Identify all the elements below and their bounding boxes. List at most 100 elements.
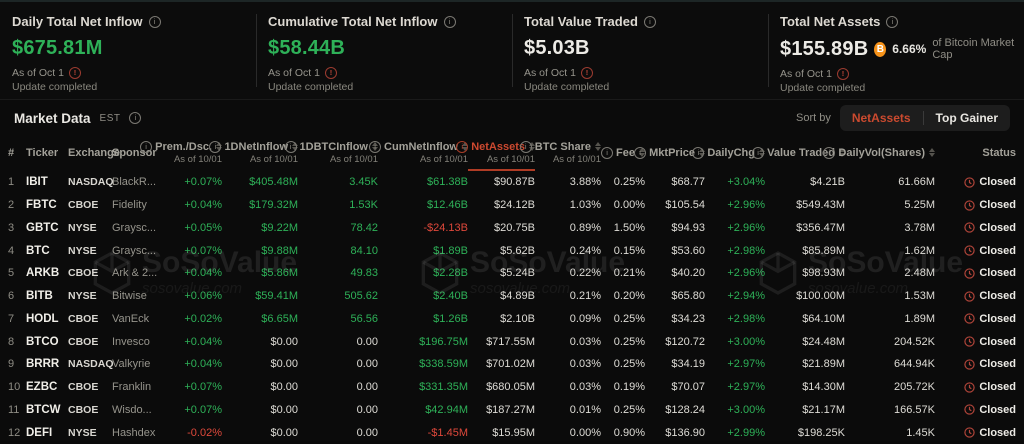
ticker-cell[interactable]: BITB	[26, 285, 68, 308]
column-header-cuminflow[interactable]: CumNetInflowAs of 10/01	[378, 136, 468, 170]
status-badge: Closed	[979, 336, 1016, 348]
ticker-cell[interactable]: GBTC	[26, 217, 68, 240]
info-icon[interactable]	[456, 141, 468, 153]
dailychg-cell: +3.00%	[705, 399, 765, 422]
alert-icon[interactable]	[837, 68, 849, 80]
btcinflow1d-cell: 0.00	[298, 353, 378, 376]
sponsor-cell: Graysc...	[112, 239, 170, 262]
prem-cell: +0.07%	[170, 399, 222, 422]
table-row: 8BTCOCBOEInvesco+0.04%$0.000.00$196.75M$…	[0, 330, 1024, 353]
inflow1d-cell: $0.00	[222, 353, 298, 376]
ticker-cell[interactable]: IBIT	[26, 170, 68, 194]
info-icon[interactable]	[149, 16, 161, 28]
info-icon[interactable]	[129, 112, 141, 124]
sort-option-netassets[interactable]: NetAssets	[840, 105, 923, 131]
info-icon[interactable]	[823, 147, 835, 159]
cuminflow-cell: $196.75M	[378, 330, 468, 353]
prem-cell: +0.07%	[170, 376, 222, 399]
dailyvol-cell: 2.48M	[845, 262, 935, 285]
dailyvol-cell: 166.57K	[845, 399, 935, 422]
column-label: 1DBTCInflow	[300, 141, 368, 153]
column-header-ticker: Ticker	[26, 136, 68, 170]
mktprice-cell: $70.07	[645, 376, 705, 399]
as-of-label: As of Oct 1	[268, 67, 320, 79]
bitcoin-icon	[874, 42, 886, 57]
mktprice-cell: $40.20	[645, 262, 705, 285]
inflow1d-cell: $9.22M	[222, 217, 298, 240]
sort-option-top-gainer[interactable]: Top Gainer	[924, 105, 1010, 131]
dailyvol-cell: 1.89M	[845, 308, 935, 331]
exchange-cell: NASDAQ	[68, 353, 112, 376]
column-label: NetAssets	[471, 141, 525, 153]
btcshare-cell: 0.03%	[535, 376, 601, 399]
cuminflow-cell: $42.94M	[378, 399, 468, 422]
sponsor-cell: Bitwise	[112, 285, 170, 308]
ticker-cell[interactable]: BTCW	[26, 399, 68, 422]
info-icon[interactable]	[692, 147, 704, 159]
mktprice-cell: $128.24	[645, 399, 705, 422]
alert-icon[interactable]	[69, 67, 81, 79]
info-icon[interactable]	[601, 147, 613, 159]
clock-icon	[964, 245, 975, 256]
card-title: Daily Total Net Inflow	[12, 14, 143, 29]
alert-icon[interactable]	[325, 67, 337, 79]
dailyvol-cell: 644.94K	[845, 353, 935, 376]
exchange-cell: CBOE	[68, 194, 112, 217]
sort-controls: Sort by NetAssets Top Gainer	[796, 105, 1010, 131]
status-badge: Closed	[979, 427, 1016, 439]
status-badge: Closed	[979, 222, 1016, 234]
column-header-btcshare[interactable]: BTC ShareAs of 10/01	[535, 136, 601, 170]
ticker-cell[interactable]: FBTC	[26, 194, 68, 217]
card-total-value-traded: Total Value Traded $5.03B As of Oct 1 Up…	[512, 2, 768, 99]
alert-icon[interactable]	[581, 67, 593, 79]
column-header-dailyvol[interactable]: DailyVol(Shares)	[845, 136, 935, 170]
update-status: Update completed	[12, 81, 248, 93]
info-icon[interactable]	[285, 141, 297, 153]
ticker-cell[interactable]: BTC	[26, 239, 68, 262]
dailyvol-cell: 1.62M	[845, 239, 935, 262]
update-status: Update completed	[524, 81, 760, 93]
info-icon[interactable]	[369, 141, 381, 153]
card-value: $155.89B	[780, 38, 868, 61]
exchange-cell: NASDAQ	[68, 170, 112, 194]
ticker-cell[interactable]: BRRR	[26, 353, 68, 376]
cuminflow-cell: $2.40B	[378, 285, 468, 308]
sort-arrows-icon[interactable]	[595, 142, 601, 151]
ticker-cell[interactable]: ARKB	[26, 262, 68, 285]
mktprice-cell: $34.19	[645, 353, 705, 376]
info-icon[interactable]	[209, 141, 221, 153]
sort-arrows-icon[interactable]	[929, 148, 935, 157]
column-label: Ticker	[26, 147, 58, 159]
clock-icon	[964, 382, 975, 393]
ticker-cell[interactable]: EZBC	[26, 376, 68, 399]
info-icon[interactable]	[752, 147, 764, 159]
info-icon[interactable]	[644, 16, 656, 28]
column-header-btcinflow1d[interactable]: 1DBTCInflowAs of 10/01	[298, 136, 378, 170]
status-badge: Closed	[979, 313, 1016, 325]
status-cell: Closed	[935, 308, 1024, 331]
inflow1d-cell: $405.48M	[222, 170, 298, 194]
status-cell: Closed	[935, 217, 1024, 240]
info-icon[interactable]	[634, 147, 646, 159]
fee-cell: 0.20%	[601, 285, 645, 308]
mktprice-cell: $65.80	[645, 285, 705, 308]
ticker-cell[interactable]: BTCO	[26, 330, 68, 353]
num-cell: 1	[0, 170, 26, 194]
ticker-cell[interactable]: HODL	[26, 308, 68, 331]
clock-icon	[964, 222, 975, 233]
column-label: MktPrice	[649, 147, 695, 159]
btcshare-cell: 0.24%	[535, 239, 601, 262]
btc-marketcap-label: of Bitcoin Market Cap	[932, 37, 1016, 61]
info-icon[interactable]	[520, 141, 532, 153]
info-icon[interactable]	[886, 16, 898, 28]
market-data-bar: Market Data EST Sort by NetAssets Top Ga…	[0, 100, 1024, 136]
status-badge: Closed	[979, 199, 1016, 211]
btcinflow1d-cell: 505.62	[298, 285, 378, 308]
info-icon[interactable]	[444, 16, 456, 28]
clock-icon	[964, 313, 975, 324]
info-icon[interactable]	[140, 141, 152, 153]
fee-cell: 0.25%	[601, 353, 645, 376]
mktprice-cell: $68.77	[645, 170, 705, 194]
valuetraded-cell: $356.47M	[765, 217, 845, 240]
netassets-cell: $187.27M	[468, 399, 535, 422]
